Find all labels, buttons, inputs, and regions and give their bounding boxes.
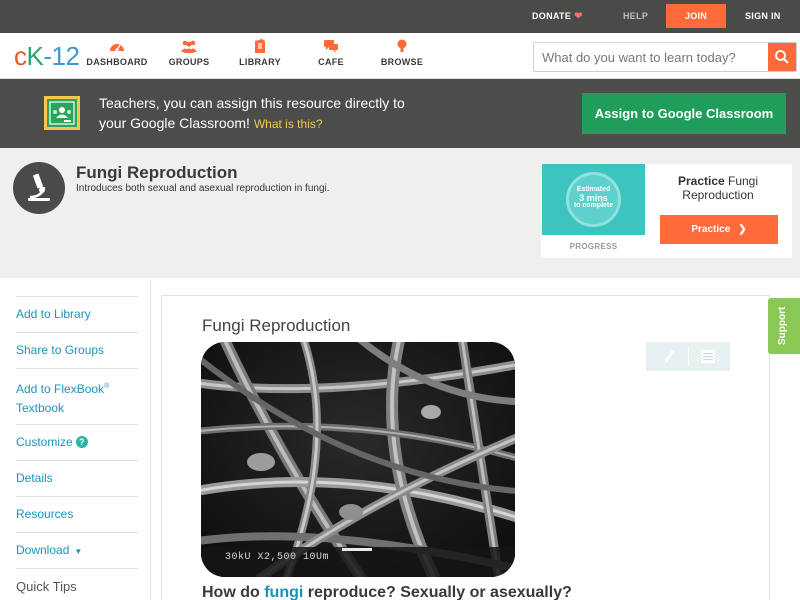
top-utility-bar: DONATE ❤ HELP JOIN SIGN IN — [0, 0, 800, 33]
practice-thumbnail[interactable]: Estimated 3 mins to complete — [542, 164, 645, 235]
question-part-2: reproduce? Sexually or asexually? — [303, 584, 572, 600]
search-icon — [775, 50, 789, 64]
what-is-this-link[interactable]: What is this? — [254, 117, 323, 131]
scale-bar — [342, 548, 372, 551]
practice-button[interactable]: Practice ❯ — [660, 215, 778, 244]
practice-title: Practice Fungi Reproduction — [660, 174, 776, 202]
ck12-logo[interactable]: cK-12 — [14, 41, 80, 71]
browse-icon — [397, 39, 407, 52]
nav-groups[interactable]: GROUPS — [154, 39, 224, 67]
support-label: Support — [777, 306, 788, 345]
page-subtitle: Introduces both sexual and asexual repro… — [76, 183, 330, 194]
estimated-time-badge: Estimated 3 mins to complete — [566, 172, 621, 227]
nav-browse[interactable]: BROWSE — [367, 39, 437, 67]
caret-down-icon: ▼ — [74, 547, 83, 556]
resource-sidebar: Add to Library Share to Groups Add to Fl… — [8, 280, 151, 600]
sidebar-item-details[interactable]: Details — [16, 460, 138, 496]
nav-dashboard-label: DASHBOARD — [86, 57, 148, 67]
search-button[interactable] — [768, 43, 796, 71]
micrograph-caption: 30kU X2,500 10Um — [225, 552, 330, 563]
nav-browse-label: BROWSE — [380, 57, 424, 67]
flexbook-label: Add to FlexBook — [16, 382, 105, 396]
flexbook-label-2: Textbook — [16, 401, 65, 415]
donate-label: DONATE — [532, 11, 572, 21]
customize-label: Customize — [16, 435, 73, 449]
estimated-minutes: 3 mins — [579, 193, 608, 203]
logo-part-k: K — [26, 41, 44, 71]
sidebar-item-add-to-library[interactable]: Add to Library — [16, 296, 138, 332]
nav-groups-label: GROUPS — [168, 57, 210, 67]
sidebar-item-resources[interactable]: Resources — [16, 496, 138, 532]
donate-link[interactable]: DONATE ❤ — [532, 0, 583, 33]
notes-icon[interactable] — [701, 350, 715, 363]
pencil-icon[interactable] — [662, 348, 676, 364]
practice-button-label: Practice — [691, 224, 731, 235]
cafe-icon — [324, 40, 338, 53]
content-title: Fungi Reproduction — [202, 316, 351, 335]
fungi-link[interactable]: fungi — [264, 584, 303, 600]
microscope-badge — [13, 162, 65, 214]
search-input[interactable] — [534, 43, 768, 71]
sidebar-item-quick-tips[interactable]: Quick Tips — [16, 568, 138, 600]
nav-dashboard[interactable]: DASHBOARD — [82, 39, 152, 67]
join-button[interactable]: JOIN — [666, 4, 726, 28]
registered-mark: ® — [104, 383, 110, 390]
practice-title-bold: Practice — [677, 174, 725, 188]
content-tools — [646, 342, 730, 371]
page-title: Fungi Reproduction — [76, 163, 238, 182]
google-classroom-message: Teachers, you can assign this resource d… — [99, 93, 539, 134]
sidebar-item-download[interactable]: Download ▼ — [16, 532, 138, 568]
nav-cafe-label: CAFE — [318, 57, 344, 67]
fungi-micrograph-image: 30kU X2,500 10Um — [201, 342, 515, 577]
banner-line-2: your Google Classroom! — [99, 115, 250, 131]
heart-icon: ❤ — [574, 11, 583, 22]
google-classroom-banner: Teachers, you can assign this resource d… — [0, 79, 800, 148]
banner-line-1: Teachers, you can assign this resource d… — [99, 95, 405, 111]
logo-part-12: -12 — [43, 41, 80, 71]
microscope-icon — [28, 173, 50, 201]
sign-in-link[interactable]: SIGN IN — [745, 0, 781, 33]
main-nav: cK-12 DASHBOARD GROUPS LIBRARY CAFE BROW… — [0, 33, 800, 79]
assign-google-classroom-button[interactable]: Assign to Google Classroom — [582, 93, 786, 134]
library-icon — [255, 39, 265, 53]
nav-library-label: LIBRARY — [239, 57, 281, 67]
tools-divider — [688, 347, 689, 366]
sidebar-item-share-to-groups[interactable]: Share to Groups — [16, 332, 138, 368]
hyphae-micrograph — [201, 342, 515, 577]
search-box — [533, 42, 797, 72]
google-classroom-icon — [44, 96, 80, 130]
practice-card: Estimated 3 mins to complete PROGRESS Pr… — [541, 164, 792, 258]
support-tab[interactable]: Support — [768, 298, 800, 354]
chevron-right-icon: ❯ — [738, 224, 747, 235]
help-icon[interactable]: ? — [75, 436, 88, 448]
help-link[interactable]: HELP — [623, 0, 648, 33]
groups-icon — [181, 40, 197, 53]
sidebar-item-add-to-flexbook[interactable]: Add to FlexBook® Textbook — [16, 368, 138, 424]
progress-label: PROGRESS — [569, 242, 618, 251]
nav-cafe[interactable]: CAFE — [296, 39, 366, 67]
estimated-complete: to complete — [573, 202, 614, 209]
download-label: Download — [16, 543, 70, 557]
sidebar-item-customize[interactable]: Customize? — [16, 424, 138, 460]
dashboard-icon — [110, 44, 124, 52]
logo-part-c: c — [14, 41, 27, 71]
question-part-1: How do — [202, 584, 265, 600]
resource-header: Fungi Reproduction Introduces both sexua… — [0, 148, 800, 278]
nav-library[interactable]: LIBRARY — [225, 39, 295, 67]
content-question: How do fungi reproduce? Sexually or asex… — [202, 584, 572, 600]
